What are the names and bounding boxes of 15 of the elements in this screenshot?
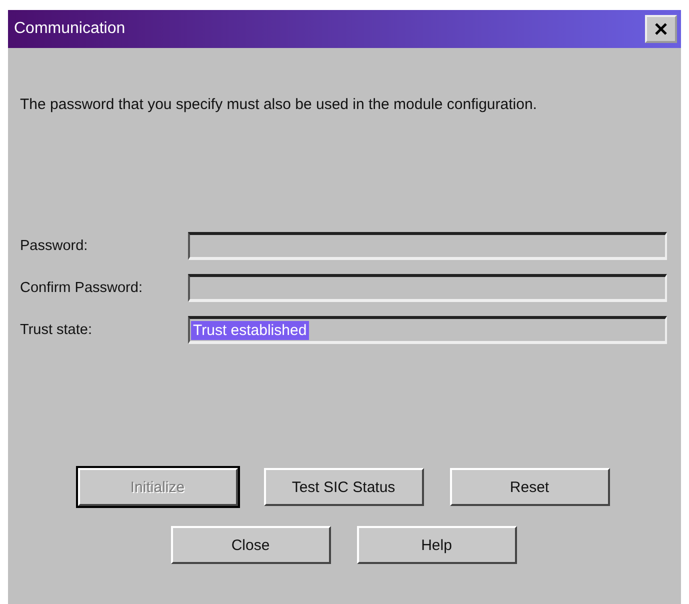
dialog-button[interactable]: Test SIC Status (264, 468, 424, 506)
window-title: Communication (14, 20, 126, 38)
dialog-button[interactable]: Close (170, 526, 330, 564)
field-label: Trust state: (20, 322, 93, 338)
dialog-button[interactable]: Reset (450, 468, 610, 506)
dialog-button[interactable]: Help (356, 526, 516, 564)
field-label: Confirm Password: (20, 280, 144, 296)
input-field[interactable]: Trust established (188, 316, 667, 344)
close-icon (654, 22, 668, 36)
message-text: The password that you specify must also be used in the module configuration. (20, 96, 538, 113)
input-field[interactable] (188, 274, 667, 302)
input-field[interactable] (188, 232, 667, 260)
field-value: Trust established (191, 320, 309, 340)
close-button[interactable] (645, 15, 677, 43)
field-label: Password: (20, 238, 89, 254)
